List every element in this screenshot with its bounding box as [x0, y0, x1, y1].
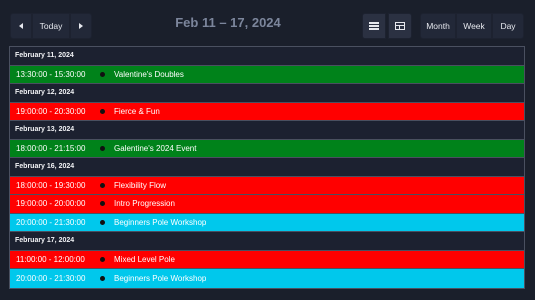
event-time: 18:00:00 - 21:15:00 — [16, 143, 86, 153]
event-dot-icon — [100, 219, 105, 225]
event-title: Fierce & Fun — [114, 106, 160, 116]
day-header: February 11, 2024 — [10, 47, 524, 66]
event-dot-icon — [100, 145, 105, 151]
event-title: Flexibility Flow — [114, 180, 167, 190]
event-title: Valentine's Doubles — [114, 69, 184, 79]
event-row[interactable]: 18:00:00 - 21:15:00 Galentine's 2024 Even… — [10, 139, 524, 158]
day-header: February 12, 2024 — [10, 84, 524, 103]
chevron-left-icon — [19, 23, 23, 29]
event-time: 11:00:00 - 12:00:00 — [16, 254, 85, 264]
event-title: Beginners Pole Workshop — [114, 217, 207, 227]
prev-button[interactable] — [10, 13, 32, 39]
event-time: 18:00:00 - 19:30:00 — [16, 180, 86, 190]
event-row[interactable]: 18:00:00 - 19:30:00 Flexibility Flow — [10, 176, 524, 195]
next-button[interactable] — [70, 13, 92, 39]
event-row[interactable]: 11:00:00 - 12:00:00 Mixed Level Pole — [10, 250, 524, 269]
date-range-title: Feb 11 – 17, 2024 — [175, 15, 281, 30]
event-dot-icon — [100, 275, 105, 281]
agenda-list: February 11, 2024 13:30:00 - 15:30:00 Vale… — [9, 46, 525, 289]
grid-view-button[interactable] — [388, 13, 412, 39]
event-row[interactable]: 20:00:00 - 21:30:00 Beginners Pole Worksh… — [10, 213, 524, 232]
event-dot-icon — [100, 201, 105, 207]
grid-icon — [395, 22, 405, 30]
event-time: 20:00:00 - 21:30:00 — [16, 273, 86, 283]
event-row[interactable]: 19:00:00 - 20:30:00 Fierce & Fun — [10, 102, 524, 121]
month-view-button[interactable]: Month — [420, 13, 456, 39]
event-row[interactable]: 13:30:00 - 15:30:00 Valentine's Doubles — [10, 65, 524, 84]
list-view-button[interactable] — [362, 13, 386, 39]
day-view-button[interactable]: Day — [492, 13, 524, 39]
event-time: 19:00:00 - 20:00:00 — [16, 199, 86, 209]
event-dot-icon — [100, 182, 105, 188]
day-header: February 17, 2024 — [10, 232, 524, 251]
list-icon — [369, 22, 379, 30]
event-dot-icon — [100, 71, 105, 77]
event-title: Mixed Level Pole — [114, 254, 175, 264]
chevron-right-icon — [79, 23, 83, 29]
calendar-toolbar: Today Feb 11 – 17, 2024 Month Week Day — [0, 0, 535, 46]
day-header: February 16, 2024 — [10, 158, 524, 177]
event-dot-icon — [100, 108, 105, 114]
event-row[interactable]: 19:00:00 - 20:00:00 Intro Progression — [10, 195, 524, 214]
event-row[interactable]: 20:00:00 - 21:30:00 Beginners Pole Worksh… — [10, 269, 524, 288]
event-time: 13:30:00 - 15:30:00 — [16, 69, 86, 79]
event-title: Intro Progression — [114, 199, 175, 209]
event-dot-icon — [100, 256, 105, 262]
event-title: Beginners Pole Workshop — [114, 273, 207, 283]
event-title: Galentine's 2024 Event — [114, 143, 197, 153]
event-time: 19:00:00 - 20:30:00 — [16, 106, 86, 116]
week-view-button[interactable]: Week — [456, 13, 492, 39]
day-header: February 13, 2024 — [10, 121, 524, 140]
today-button[interactable]: Today — [32, 13, 70, 39]
event-time: 20:00:00 - 21:30:00 — [16, 217, 86, 227]
